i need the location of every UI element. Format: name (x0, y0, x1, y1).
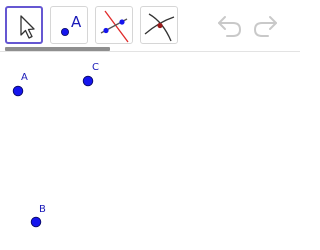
point-b-label: B (39, 204, 46, 215)
move-arrow-icon (20, 15, 35, 39)
point-c[interactable]: C (82, 62, 99, 87)
point-tool-label: A (71, 13, 82, 31)
intersect-tool-button[interactable] (140, 6, 178, 44)
graphics-view[interactable]: A C B (0, 52, 300, 250)
redo-icon (253, 16, 277, 37)
toolbar: A (0, 0, 300, 52)
point-icon: A (60, 13, 82, 36)
point-a-label: A (21, 72, 28, 83)
undo-button[interactable] (214, 12, 244, 38)
point-b[interactable]: B (30, 204, 46, 228)
point-c-label: C (92, 62, 99, 73)
move-tool-button[interactable] (5, 6, 43, 44)
undo-icon (218, 16, 242, 37)
line-tool-button[interactable] (95, 6, 133, 44)
point-tool-button[interactable]: A (50, 6, 88, 44)
intersect-icon (144, 13, 175, 42)
toolbar-scrollbar[interactable] (5, 47, 110, 51)
graphics-canvas[interactable]: A C B (0, 52, 300, 250)
point-a[interactable]: A (12, 72, 28, 97)
redo-button[interactable] (251, 12, 281, 38)
line-through-points-icon (100, 10, 129, 43)
